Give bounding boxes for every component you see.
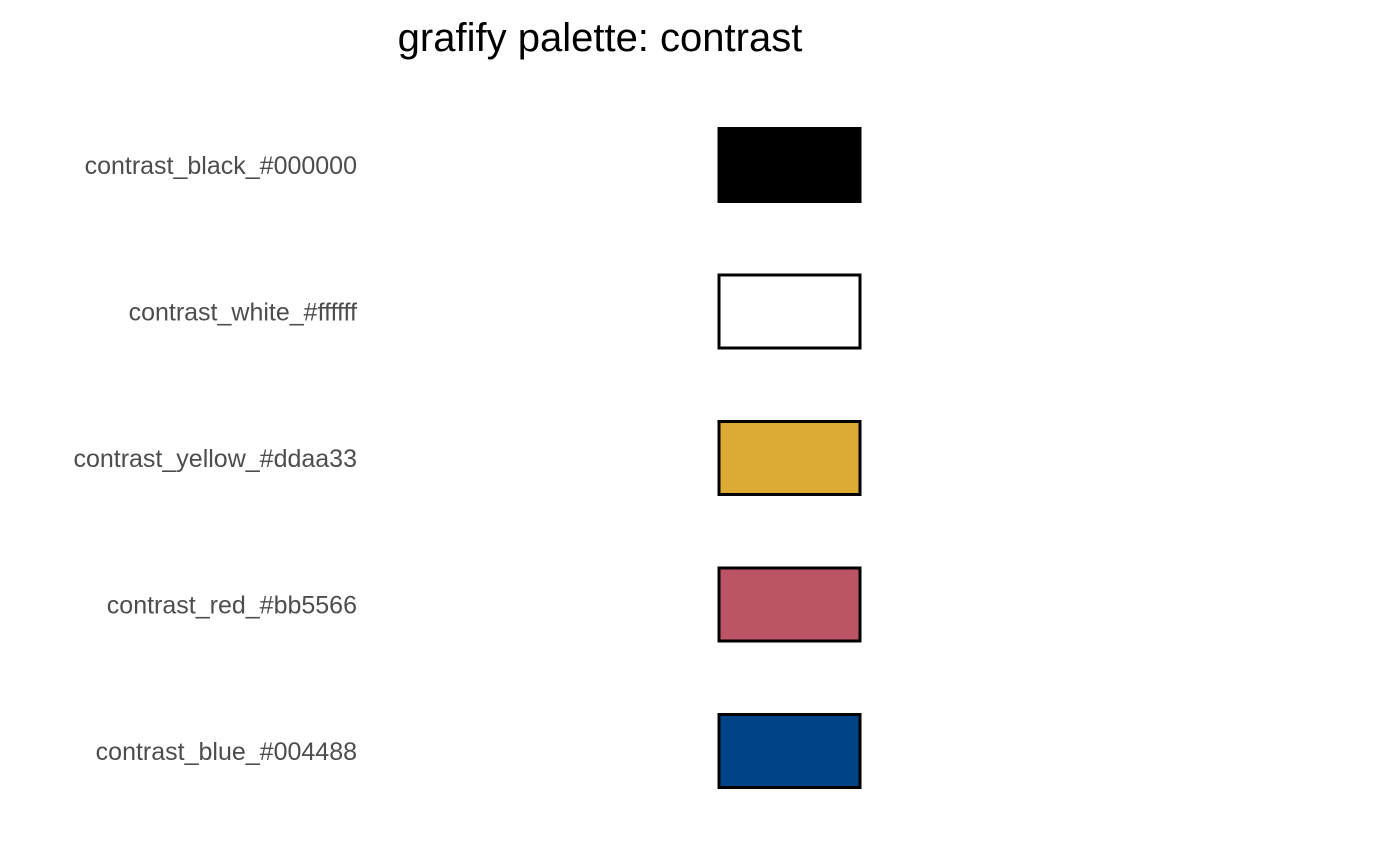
palette-chart: grafify palette: contrast contrast_black… (73, 16, 862, 789)
tick-label-layer: contrast_black_#000000 contrast_white_#ff… (73, 152, 357, 766)
swatch-red (717, 566, 862, 643)
tick-label-yellow: contrast_yellow_#ddaa33 (73, 445, 357, 473)
swatch-layer (717, 127, 862, 789)
swatch-yellow (717, 420, 862, 496)
swatch-white (717, 273, 862, 350)
tick-label-red: contrast_red_#bb5566 (107, 592, 357, 620)
tick-label-blue: contrast_blue_#004488 (96, 738, 357, 766)
tick-label-white: contrast_white_#ffffff (129, 299, 357, 327)
chart-title: grafify palette: contrast (398, 16, 803, 60)
swatch-blue (717, 713, 862, 789)
tick-label-black: contrast_black_#000000 (85, 152, 357, 180)
swatch-black (717, 127, 862, 203)
